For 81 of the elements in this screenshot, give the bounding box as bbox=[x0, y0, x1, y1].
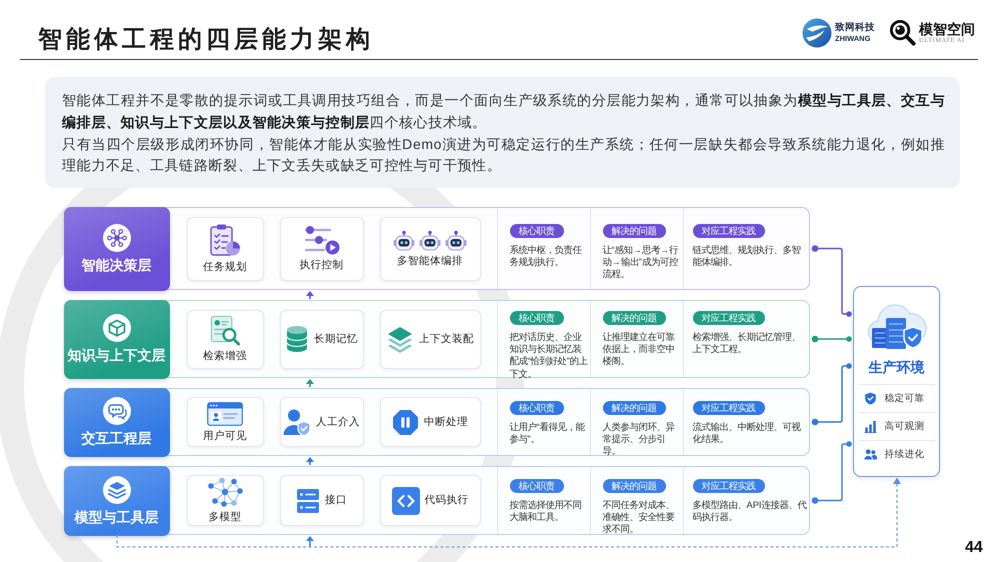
cube-icon bbox=[102, 314, 130, 342]
note-text: 检索增强、长期记忆管理、上下文工程。 bbox=[692, 331, 802, 356]
feature-label: 多模型 bbox=[208, 511, 242, 524]
hub-icon bbox=[102, 224, 130, 252]
browser-window-icon bbox=[207, 402, 243, 426]
feature-label: 代码执行 bbox=[424, 494, 468, 507]
up-arrow bbox=[306, 291, 314, 299]
section-tag: 核心职责 bbox=[510, 401, 564, 415]
layer-title: 智能决策层 bbox=[82, 256, 152, 274]
section-tag: 对应工程实践 bbox=[692, 401, 764, 415]
note-text: 链式思维、规划执行、多智能体编排。 bbox=[692, 244, 802, 268]
note-text: 不同任务对成本、准确性、安全性要求不同。 bbox=[602, 499, 676, 536]
section-tag: 核心职责 bbox=[510, 311, 564, 325]
environment-feature: 高可观测 bbox=[884, 420, 924, 433]
sliders-play-icon bbox=[304, 225, 340, 255]
note-text: 流式输出、中断处理、可视化结果。 bbox=[692, 421, 802, 446]
feature-label: 用户可见 bbox=[203, 430, 247, 442]
layer-title: 知识与上下文层 bbox=[68, 347, 166, 364]
feature-label: 人工介入 bbox=[316, 416, 360, 428]
code-icon bbox=[392, 486, 420, 514]
layers-icon bbox=[102, 476, 130, 504]
up-arrow bbox=[306, 379, 314, 387]
user-shield-icon bbox=[283, 408, 311, 436]
section-tag: 核心职责 bbox=[510, 479, 564, 493]
section-tag: 核心职责 bbox=[510, 224, 564, 238]
magnifier-logo-icon bbox=[889, 19, 916, 46]
feature-label: 任务规划 bbox=[203, 261, 247, 274]
layer-title: 模型与工具层 bbox=[74, 508, 158, 526]
logo-name: 致网科技 bbox=[835, 22, 875, 34]
feature-label: 长期记忆 bbox=[314, 332, 358, 346]
panel-title: 生产环境 bbox=[868, 359, 924, 376]
intro-paragraph: 智能体工程并不是零散的提示词或工具调用技巧组合，而是一个面向生产级系统的分层能力架构，通常可以抽象为模型与工具层、交互与编排层、知识与上下文层以及智能决策与控制层四个核心技术域。 bbox=[62, 91, 945, 132]
connector-line bbox=[812, 245, 852, 317]
section-tag: 对应工程实践 bbox=[692, 311, 764, 325]
network-icon bbox=[206, 477, 244, 507]
logo-name: 模智空间 bbox=[919, 20, 975, 36]
feature-label: 多智能体编排 bbox=[397, 254, 463, 268]
clipboard-checklist-icon bbox=[209, 223, 241, 257]
section-tag: 对应工程实践 bbox=[692, 479, 764, 493]
database-icon bbox=[285, 324, 309, 354]
robot-icon bbox=[445, 230, 467, 250]
up-arrow bbox=[306, 536, 314, 547]
note-text: 按需选择使用不同大脑和工具。 bbox=[510, 499, 582, 524]
connector-line bbox=[812, 441, 852, 504]
swoosh-logo-icon bbox=[802, 18, 832, 48]
users-icon bbox=[864, 448, 876, 461]
environment-feature: 持续进化 bbox=[884, 448, 924, 461]
connector-line bbox=[812, 363, 852, 426]
feature-label: 中断处理 bbox=[424, 416, 468, 428]
feature-label: 执行控制 bbox=[300, 259, 344, 272]
note-text: 让用户“看得见，能参与”。 bbox=[510, 421, 586, 446]
note-text: 人类参与闭环、异常提示、分步引导。 bbox=[602, 421, 676, 458]
page-title: 智能体工程的四层能力架构 bbox=[38, 25, 374, 54]
pause-octagon-icon bbox=[392, 408, 419, 436]
section-tag: 解决的问题 bbox=[602, 479, 666, 493]
section-tag: 对应工程实践 bbox=[692, 224, 764, 238]
layer-title: 交互工程层 bbox=[82, 430, 152, 447]
document-search-icon bbox=[210, 315, 240, 346]
note-text: 多模型路由、API连接器、代码执行器。 bbox=[692, 499, 808, 524]
note-text: 系统中枢，负责任务规划执行。 bbox=[510, 244, 583, 268]
robot-icon bbox=[393, 230, 415, 250]
page-number: 44 bbox=[965, 539, 983, 557]
note-text: 让“感知→思考→行动→输出”成为可控流程。 bbox=[602, 244, 680, 281]
shield-check-icon bbox=[864, 392, 876, 405]
environment-feature: 稳定可靠 bbox=[884, 392, 924, 405]
chat-bubbles-icon bbox=[102, 397, 130, 425]
section-tag: 解决的问题 bbox=[602, 401, 666, 415]
bar-chart-icon bbox=[864, 420, 876, 433]
feature-label: 检索增强 bbox=[203, 350, 247, 363]
feature-label: 上下文装配 bbox=[419, 332, 474, 346]
note-text: 让推理建立在可靠依据上，而非空中楼阁。 bbox=[602, 331, 676, 368]
section-tag: 解决的问题 bbox=[602, 224, 666, 238]
connector-line bbox=[812, 336, 852, 342]
section-tag: 解决的问题 bbox=[602, 311, 666, 325]
note-text: 把对话历史、企业知识与长期记忆装配成“恰到好处”的上下文。 bbox=[510, 331, 589, 380]
feature-label: 接口 bbox=[325, 494, 347, 507]
intro-paragraph: 只有当四个层级形成闭环协同，智能体才能从实验性Demo演进为可稳定运行的生产系统；任何一层缺失都会导致系统能力退化，例如推理能力不足、工具链路断裂、上下文丢失或缺乏可控性与可干预性。 bbox=[62, 134, 945, 176]
server-icon bbox=[296, 488, 320, 514]
robot-icon bbox=[419, 230, 441, 250]
layers-icon bbox=[386, 325, 414, 353]
up-arrow bbox=[306, 457, 314, 465]
